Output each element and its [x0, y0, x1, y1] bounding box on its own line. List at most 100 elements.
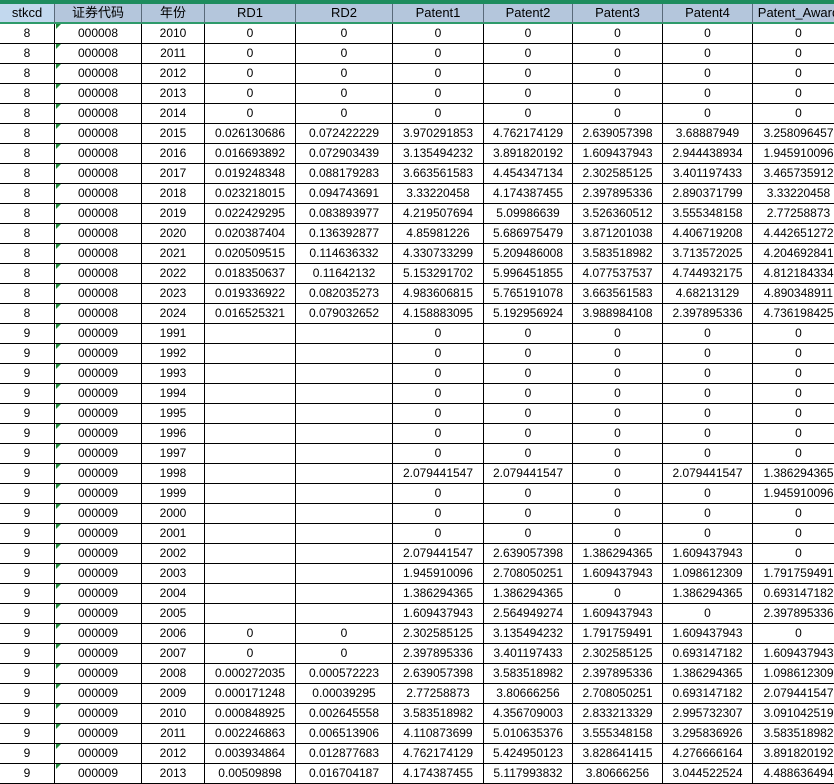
- cell-stkcd[interactable]: 9: [0, 384, 55, 404]
- cell-patent-award[interactable]: 0: [753, 624, 834, 644]
- cell-patent2[interactable]: 0: [484, 344, 573, 364]
- cell-patent3[interactable]: 0: [573, 344, 663, 364]
- cell-patent2[interactable]: 5.09986639: [484, 204, 573, 224]
- cell-stkcd[interactable]: 9: [0, 664, 55, 684]
- cell-patent4[interactable]: 3.044522524: [663, 764, 753, 784]
- cell-patent4[interactable]: 0: [663, 604, 753, 624]
- cell-stkcd[interactable]: 8: [0, 184, 55, 204]
- cell-patent1[interactable]: 3.135494232: [393, 144, 484, 164]
- cell-security-code[interactable]: 000009: [55, 384, 142, 404]
- cell-year[interactable]: 2010: [142, 24, 205, 44]
- cell-rd2[interactable]: 0.012877683: [296, 744, 393, 764]
- cell-patent1[interactable]: 4.174387455: [393, 764, 484, 784]
- cell-stkcd[interactable]: 9: [0, 484, 55, 504]
- cell-patent1[interactable]: 4.85981226: [393, 224, 484, 244]
- cell-security-code[interactable]: 000009: [55, 604, 142, 624]
- cell-rd2[interactable]: [296, 484, 393, 504]
- cell-patent2[interactable]: 5.996451855: [484, 264, 573, 284]
- cell-security-code[interactable]: 000009: [55, 344, 142, 364]
- cell-rd1[interactable]: 0.003934864: [205, 744, 296, 764]
- cell-rd1[interactable]: 0.000171248: [205, 684, 296, 704]
- cell-patent1[interactable]: 0: [393, 324, 484, 344]
- cell-patent4[interactable]: 4.744932175: [663, 264, 753, 284]
- cell-security-code[interactable]: 000009: [55, 544, 142, 564]
- cell-rd2[interactable]: [296, 404, 393, 424]
- cell-patent4[interactable]: 0: [663, 444, 753, 464]
- cell-patent4[interactable]: 3.295836926: [663, 724, 753, 744]
- cell-patent3[interactable]: 0: [573, 464, 663, 484]
- cell-stkcd[interactable]: 9: [0, 644, 55, 664]
- cell-rd1[interactable]: 0.000272035: [205, 664, 296, 684]
- cell-stkcd[interactable]: 8: [0, 144, 55, 164]
- cell-security-code[interactable]: 000009: [55, 684, 142, 704]
- cell-year[interactable]: 2019: [142, 204, 205, 224]
- cell-patent3[interactable]: 0: [573, 424, 663, 444]
- cell-patent3[interactable]: 3.526360512: [573, 204, 663, 224]
- cell-patent-award[interactable]: 0: [753, 444, 834, 464]
- cell-patent3[interactable]: 2.302585125: [573, 164, 663, 184]
- cell-rd1[interactable]: [205, 424, 296, 444]
- cell-patent1[interactable]: 3.970291853: [393, 124, 484, 144]
- cell-patent-award[interactable]: 4.736198425: [753, 304, 834, 324]
- cell-patent4[interactable]: 2.397895336: [663, 304, 753, 324]
- cell-stkcd[interactable]: 8: [0, 284, 55, 304]
- cell-year[interactable]: 2013: [142, 764, 205, 784]
- cell-patent1[interactable]: 0: [393, 344, 484, 364]
- cell-patent3[interactable]: 0: [573, 24, 663, 44]
- cell-patent2[interactable]: 1.386294365: [484, 584, 573, 604]
- cell-patent-award[interactable]: 2.079441547: [753, 684, 834, 704]
- cell-patent-award[interactable]: 0: [753, 544, 834, 564]
- cell-patent2[interactable]: 5.209486008: [484, 244, 573, 264]
- cell-rd1[interactable]: 0: [205, 104, 296, 124]
- cell-patent-award[interactable]: 0: [753, 524, 834, 544]
- cell-security-code[interactable]: 000009: [55, 704, 142, 724]
- cell-stkcd[interactable]: 8: [0, 224, 55, 244]
- cell-patent1[interactable]: 0: [393, 504, 484, 524]
- cell-year[interactable]: 2021: [142, 244, 205, 264]
- cell-patent4[interactable]: 0: [663, 104, 753, 124]
- cell-patent3[interactable]: 3.663561583: [573, 284, 663, 304]
- cell-patent3[interactable]: 0: [573, 384, 663, 404]
- cell-patent-award[interactable]: 1.791759491: [753, 564, 834, 584]
- cell-patent1[interactable]: 4.110873699: [393, 724, 484, 744]
- cell-rd2[interactable]: [296, 384, 393, 404]
- cell-rd2[interactable]: [296, 424, 393, 444]
- cell-rd1[interactable]: [205, 384, 296, 404]
- cell-patent1[interactable]: 2.302585125: [393, 624, 484, 644]
- cell-patent-award[interactable]: 2.77258873: [753, 204, 834, 224]
- cell-rd2[interactable]: 0.006513906: [296, 724, 393, 744]
- cell-security-code[interactable]: 000009: [55, 564, 142, 584]
- cell-rd2[interactable]: 0.094743691: [296, 184, 393, 204]
- cell-patent4[interactable]: 0: [663, 84, 753, 104]
- cell-rd2[interactable]: [296, 544, 393, 564]
- cell-patent2[interactable]: 3.401197433: [484, 644, 573, 664]
- cell-stkcd[interactable]: 9: [0, 604, 55, 624]
- cell-rd1[interactable]: 0.022429295: [205, 204, 296, 224]
- cell-stkcd[interactable]: 8: [0, 44, 55, 64]
- cell-security-code[interactable]: 000009: [55, 444, 142, 464]
- cell-patent3[interactable]: 3.828641415: [573, 744, 663, 764]
- cell-rd1[interactable]: 0.023218015: [205, 184, 296, 204]
- cell-patent-award[interactable]: 0: [753, 44, 834, 64]
- cell-year[interactable]: 2001: [142, 524, 205, 544]
- cell-stkcd[interactable]: 9: [0, 704, 55, 724]
- cell-patent3[interactable]: 3.555348158: [573, 724, 663, 744]
- cell-patent1[interactable]: 0: [393, 24, 484, 44]
- cell-stkcd[interactable]: 9: [0, 364, 55, 384]
- cell-rd2[interactable]: 0.000572223: [296, 664, 393, 684]
- cell-patent1[interactable]: 3.663561583: [393, 164, 484, 184]
- column-header-patent1[interactable]: Patent1: [393, 4, 484, 24]
- cell-rd2[interactable]: 0.082035273: [296, 284, 393, 304]
- cell-year[interactable]: 1997: [142, 444, 205, 464]
- cell-rd2[interactable]: 0.11642132: [296, 264, 393, 284]
- column-header-patent4[interactable]: Patent4: [663, 4, 753, 24]
- cell-patent2[interactable]: 5.686975479: [484, 224, 573, 244]
- cell-patent-award[interactable]: 3.258096457: [753, 124, 834, 144]
- cell-patent4[interactable]: 0: [663, 524, 753, 544]
- cell-stkcd[interactable]: 8: [0, 304, 55, 324]
- cell-rd2[interactable]: 0: [296, 44, 393, 64]
- cell-patent1[interactable]: 4.158883095: [393, 304, 484, 324]
- cell-patent3[interactable]: 2.833213329: [573, 704, 663, 724]
- cell-patent3[interactable]: 0: [573, 524, 663, 544]
- cell-patent1[interactable]: 4.219507694: [393, 204, 484, 224]
